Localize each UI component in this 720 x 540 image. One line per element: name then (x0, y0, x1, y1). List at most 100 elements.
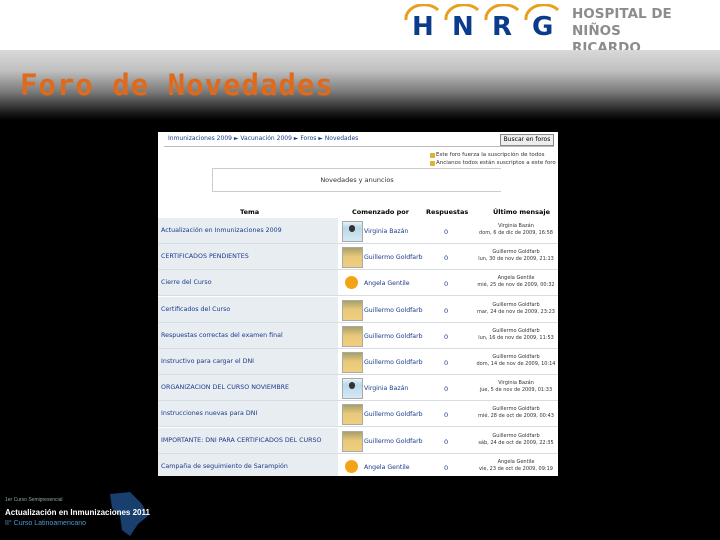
forum-screenshot: Inmunizaciones 2009 ► Vacunación 2009 ► … (158, 132, 558, 476)
author-avatar[interactable] (342, 221, 363, 242)
replies-count[interactable]: 0 (444, 280, 448, 288)
replies-count[interactable]: 0 (444, 254, 448, 262)
hospital-line2: RICARDO GUTIÉRREZ (572, 40, 641, 50)
topic-cell: ORGANIZACION DEL CURSO NOVIEMBRE (158, 375, 338, 402)
topic-cell: Respuestas correctas del examen final (158, 322, 338, 349)
topic-link[interactable]: Respuestas correctas del examen final (161, 332, 283, 339)
footer-line3: II° Curso Latinoamericano (5, 520, 87, 527)
author-link[interactable]: Guillermo Goldfarb (364, 333, 423, 340)
subscription-icon (430, 161, 435, 166)
last-post-author[interactable]: Virginia Bazán (476, 380, 556, 387)
topic-link[interactable]: IMPORTANTE: DNI PARA CERTIFICADOS DEL CU… (161, 437, 322, 444)
col-replies[interactable]: Respuestas (426, 208, 468, 216)
topic-link[interactable]: Instrucciones nuevas para DNI (161, 410, 257, 417)
author-link[interactable]: Guillermo Goldfarb (364, 359, 423, 366)
replies-count[interactable]: 0 (444, 359, 448, 367)
author-avatar[interactable] (342, 352, 363, 373)
last-post-author[interactable]: Virginia Bazán (476, 223, 556, 230)
col-started-by[interactable]: Comenzado por (352, 208, 409, 216)
topic-cell: IMPORTANTE: DNI PARA CERTIFICADOS DEL CU… (158, 427, 338, 454)
table-row: Cierre del Curso Angela Gentile 0 Angela Ge… (158, 270, 558, 297)
search-forums-button[interactable]: Buscar en foros (500, 134, 554, 146)
last-post: Angela Gentile mié, 25 de nov de 2009, 00… (476, 275, 556, 289)
last-post: Guillermo Goldfarb mar, 24 de nov de 2009… (476, 302, 556, 316)
author-link[interactable]: Virginia Bazán (364, 385, 408, 392)
author-avatar[interactable] (342, 378, 363, 400)
author-link[interactable]: Angela Gentile (364, 464, 410, 471)
last-post-author[interactable]: Guillermo Goldfarb (476, 354, 556, 361)
subscription-icon (430, 153, 435, 158)
breadcrumb-divider (164, 146, 554, 147)
topic-link[interactable]: Cierre del Curso (161, 279, 212, 286)
replies-count[interactable]: 0 (444, 228, 448, 236)
topic-cell: Cierre del Curso (158, 270, 338, 297)
topic-link[interactable]: Instructivo para cargar el DNI (161, 358, 254, 365)
topic-link[interactable]: Campaña de seguimiento de Sarampión (161, 463, 288, 470)
author-avatar[interactable] (342, 247, 363, 269)
table-row: ORGANIZACION DEL CURSO NOVIEMBRE Virginia… (158, 375, 558, 402)
replies-count[interactable]: 0 (444, 333, 448, 341)
last-post: Guillermo Goldfarb sáb, 24 de oct de 2009… (476, 433, 556, 447)
last-post-author[interactable]: Guillermo Goldfarb (476, 433, 556, 440)
author-avatar[interactable] (342, 325, 363, 347)
last-post-date[interactable]: lun, 30 de nov de 2009, 21:13 (476, 256, 556, 263)
last-post-date[interactable]: mié, 25 de nov de 2009, 00:32 (476, 282, 556, 289)
smiley-icon[interactable] (342, 456, 361, 476)
table-row: Actualización en Inmunizaciones 2009 Virg… (158, 218, 558, 244)
logo-letter-g: G (532, 12, 554, 42)
author-link[interactable]: Guillermo Goldfarb (364, 438, 423, 445)
topic-cell: Instrucciones nuevas para DNI (158, 401, 338, 428)
breadcrumb[interactable]: Inmunizaciones 2009 ► Vacunación 2009 ► … (168, 135, 358, 142)
footer-line1: 1er Curso Semipresencial (5, 497, 63, 503)
topic-link[interactable]: Actualización en Inmunizaciones 2009 (161, 227, 282, 234)
topic-link[interactable]: Certificados del Curso (161, 306, 230, 313)
last-post-author[interactable]: Angela Gentile (476, 459, 556, 466)
last-post-date[interactable]: vie, 23 de oct de 2009, 09:19 (476, 466, 556, 473)
forum-description: Novedades y anuncios (320, 176, 394, 184)
author-link[interactable]: Angela Gentile (364, 280, 410, 287)
col-last-post[interactable]: Último mensaje (493, 208, 550, 216)
author-avatar[interactable] (342, 430, 363, 452)
table-row: CERTIFICADOS PENDIENTES Guillermo Goldfar… (158, 244, 558, 271)
table-header: Tema Comenzado por Respuestas Último men… (158, 206, 558, 218)
replies-count[interactable]: 0 (444, 464, 448, 472)
topic-link[interactable]: CERTIFICADOS PENDIENTES (161, 253, 249, 260)
last-post-author[interactable]: Guillermo Goldfarb (476, 328, 556, 335)
last-post-date[interactable]: sáb, 24 de oct de 2009, 22:35 (476, 440, 556, 447)
last-post-date[interactable]: lun, 16 de nov de 2009, 11:53 (476, 335, 556, 342)
topic-cell: Certificados del Curso (158, 296, 338, 323)
table-row: Instrucciones nuevas para DNI Guillermo G… (158, 401, 558, 428)
replies-count[interactable]: 0 (444, 411, 448, 419)
table-row: Respuestas correctas del examen final Gui… (158, 322, 558, 349)
replies-count[interactable]: 0 (444, 438, 448, 446)
replies-count[interactable]: 0 (444, 307, 448, 315)
table-row: Instructivo para cargar el DNI Guillermo … (158, 349, 558, 375)
author-link[interactable]: Guillermo Goldfarb (364, 411, 423, 418)
last-post: Guillermo Goldfarb lun, 30 de nov de 2009… (476, 249, 556, 263)
last-post-date[interactable]: dom, 14 de nov de 2009, 10:14 (476, 361, 556, 368)
smiley-icon[interactable] (342, 273, 361, 293)
last-post-date[interactable]: mar, 24 de nov de 2009, 23:23 (476, 309, 556, 316)
last-post: Angela Gentile vie, 23 de oct de 2009, 09… (476, 459, 556, 473)
author-link[interactable]: Guillermo Goldfarb (364, 307, 423, 314)
last-post-date[interactable]: mié, 28 de oct de 2009, 00:43 (476, 413, 556, 420)
logo-letter-h: H (412, 12, 434, 42)
topic-link[interactable]: ORGANIZACION DEL CURSO NOVIEMBRE (161, 384, 289, 391)
last-post-date[interactable]: jue, 5 de nov de 2009, 01:33 (476, 387, 556, 394)
author-link[interactable]: Virginia Bazán (364, 228, 408, 235)
col-topic[interactable]: Tema (240, 208, 259, 216)
logo-letter-n: N (452, 12, 474, 42)
last-post-author[interactable]: Guillermo Goldfarb (476, 249, 556, 256)
topic-cell: Actualización en Inmunizaciones 2009 (158, 218, 338, 244)
author-link[interactable]: Guillermo Goldfarb (364, 254, 423, 261)
author-avatar[interactable] (342, 299, 363, 321)
author-avatar[interactable] (342, 404, 363, 426)
last-post-author[interactable]: Guillermo Goldfarb (476, 302, 556, 309)
replies-count[interactable]: 0 (444, 385, 448, 393)
subscription-note-2[interactable]: Ancianos todos están suscriptos a este f… (436, 160, 556, 166)
last-post-date[interactable]: dom, 6 de dic de 2009, 16:58 (476, 230, 556, 237)
footer-line2: Actualización en Inmunizaciones 2011 (5, 508, 150, 517)
last-post: Guillermo Goldfarb mié, 28 de oct de 2009… (476, 406, 556, 420)
topic-cell: Instructivo para cargar el DNI (158, 349, 338, 375)
last-post: Guillermo Goldfarb lun, 16 de nov de 2009… (476, 328, 556, 342)
